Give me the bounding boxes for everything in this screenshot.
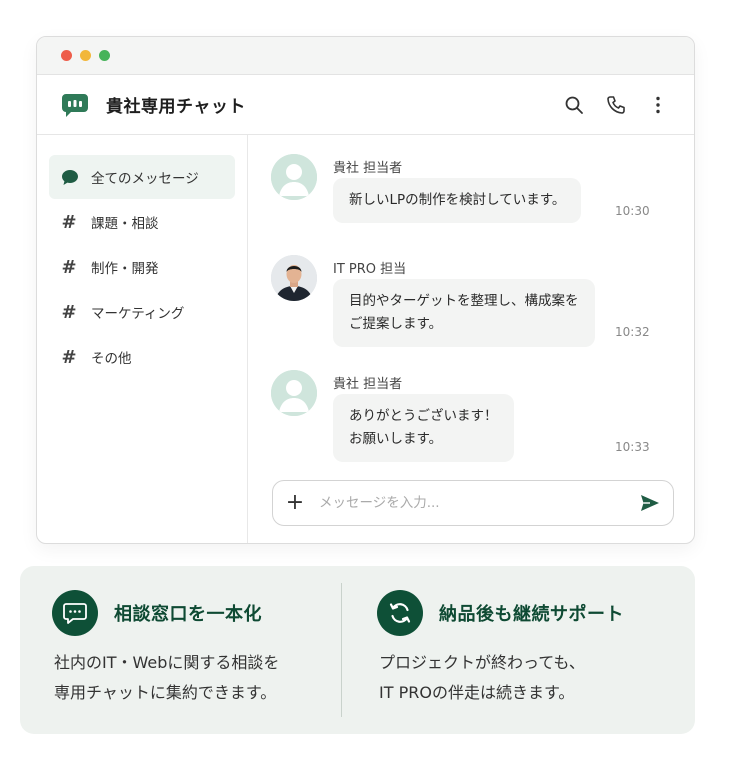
message-text: ありがとうございます！: [349, 408, 498, 424]
message-sender: 貴社 担当者: [333, 161, 403, 176]
avatar: [271, 255, 317, 301]
sidebar-item-label: マーケティング: [91, 306, 185, 322]
message-sender: IT PRO 担当: [333, 262, 407, 277]
hash-icon: #: [61, 301, 77, 323]
feature-title: 納品後も継続サポート: [439, 604, 624, 625]
feature-title: 相談窓口を一本化: [114, 604, 262, 625]
message-text: 新しいLPの制作を検討しています。: [349, 192, 566, 208]
message-text: ご提案します。: [349, 316, 443, 332]
message-time: 10:30: [615, 204, 650, 218]
add-attachment-icon[interactable]: +: [285, 492, 305, 514]
phone-icon[interactable]: [606, 95, 626, 115]
feature-description-line: 社内のIT・Webに関する相談を: [54, 653, 280, 672]
search-icon[interactable]: [564, 95, 584, 115]
hash-icon: #: [61, 256, 77, 278]
chat-window: 貴社専用チャット 全てのメッセージ # 課題・相談 # 制作・開発 # マーケテ…: [36, 36, 695, 544]
sidebar: 全てのメッセージ # 課題・相談 # 制作・開発 # マーケティング # その他: [37, 135, 248, 543]
message-text: 目的やターゲットを整理し、構成案を: [349, 293, 579, 309]
window-titlebar: [37, 37, 694, 75]
sidebar-item-development[interactable]: # 制作・開発: [49, 245, 235, 289]
app-logo-icon: [61, 92, 89, 118]
close-window-dot[interactable]: [61, 50, 72, 61]
sidebar-item-label: 課題・相談: [91, 216, 159, 232]
header-actions: [564, 75, 668, 135]
sidebar-item-other[interactable]: # その他: [49, 335, 235, 379]
message-time: 10:33: [615, 440, 650, 454]
message-bubble: 新しいLPの制作を検討しています。: [333, 178, 582, 223]
features-panel: 相談窓口を一本化 社内のIT・Webに関する相談を 専用チャットに集約できます。…: [20, 566, 695, 734]
avatar: [271, 370, 317, 416]
hash-icon: #: [61, 346, 77, 368]
sidebar-item-label: 全てのメッセージ: [91, 171, 199, 187]
feature-description: プロジェクトが終わっても、 IT PROの伴走は続きます。: [379, 648, 585, 708]
message-area: 貴社 担当者 新しいLPの制作を検討しています。 10:30 IT PRO 担当…: [249, 135, 694, 543]
sidebar-item-marketing[interactable]: # マーケティング: [49, 290, 235, 334]
minimize-window-dot[interactable]: [80, 50, 91, 61]
sidebar-item-label: その他: [91, 351, 132, 367]
maximize-window-dot[interactable]: [99, 50, 110, 61]
app-title: 貴社専用チャット: [106, 97, 246, 117]
refresh-icon: [377, 590, 423, 636]
message-sender: 貴社 担当者: [333, 377, 403, 392]
feature-description: 社内のIT・Webに関する相談を 専用チャットに集約できます。: [54, 648, 279, 708]
sidebar-item-label: 制作・開発: [91, 261, 159, 277]
sidebar-item-all-messages[interactable]: 全てのメッセージ: [49, 155, 235, 199]
more-vertical-icon[interactable]: [648, 95, 668, 115]
sidebar-item-issues[interactable]: # 課題・相談: [49, 200, 235, 244]
message-bubble: ありがとうございます！ お願いします。: [333, 394, 514, 462]
message-bubble: 目的やターゲットを整理し、構成案を ご提案します。: [333, 279, 595, 347]
features-divider: [341, 583, 342, 717]
avatar: [271, 154, 317, 200]
feature-description-line: IT PROの伴走は続きます。: [379, 683, 575, 702]
message-composer: +: [272, 480, 674, 526]
chat-bubble-icon: [61, 169, 79, 186]
message-time: 10:32: [615, 325, 650, 339]
chat-body: 全てのメッセージ # 課題・相談 # 制作・開発 # マーケティング # その他: [37, 135, 694, 543]
send-icon[interactable]: [639, 492, 661, 514]
message-text: お願いします。: [349, 431, 443, 447]
feature-description-line: 専用チャットに集約できます。: [54, 683, 277, 702]
app-header: 貴社専用チャット: [37, 75, 694, 135]
feature-description-line: プロジェクトが終わっても、: [379, 653, 585, 672]
chat-icon: [52, 590, 98, 636]
hash-icon: #: [61, 211, 77, 233]
message-input[interactable]: [319, 495, 639, 511]
